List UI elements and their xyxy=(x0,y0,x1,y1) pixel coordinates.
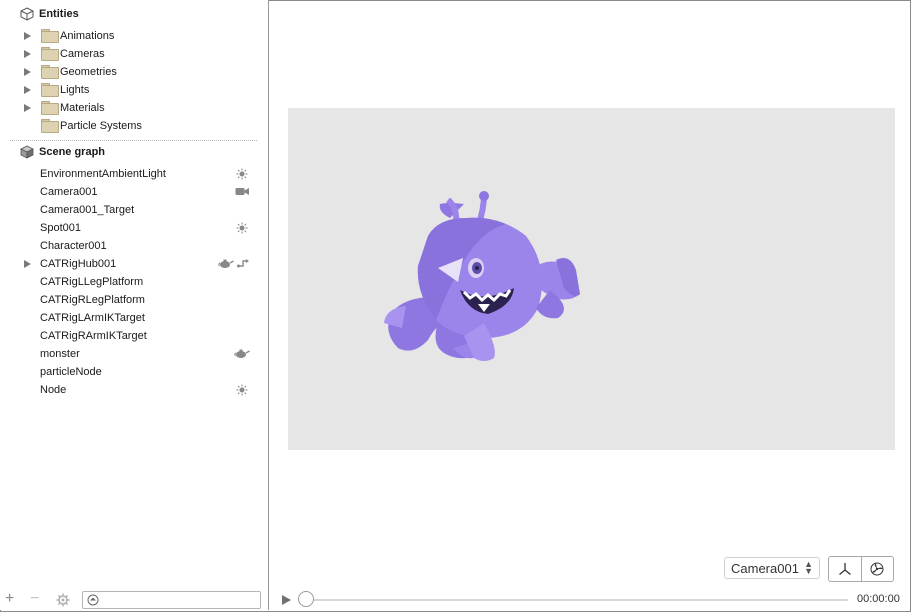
scene-node-row[interactable]: CATRigRArmIKTarget xyxy=(0,327,268,345)
entity-row-animations[interactable]: Animations xyxy=(0,27,268,45)
light-icon xyxy=(236,384,248,396)
node-label: particleNode xyxy=(40,366,102,378)
node-label: Node xyxy=(40,384,67,396)
skinner-icon xyxy=(237,259,249,268)
section-divider xyxy=(10,140,257,141)
entity-label: Lights xyxy=(60,84,90,96)
axes-button[interactable] xyxy=(829,557,861,581)
sidebar-divider[interactable] xyxy=(268,0,269,610)
folder-icon xyxy=(41,119,59,133)
play-button[interactable] xyxy=(282,595,291,605)
entity-row-lights[interactable]: Lights xyxy=(0,81,268,99)
scene-node-row[interactable]: Camera001 xyxy=(0,183,268,201)
node-label: monster xyxy=(40,348,80,360)
scene-viewport[interactable] xyxy=(288,108,895,450)
view-mode-control[interactable] xyxy=(828,556,894,582)
disclosure-triangle-icon[interactable] xyxy=(24,32,31,40)
monster-model xyxy=(384,191,580,361)
scene-node-row[interactable]: CATRigLArmIKTarget xyxy=(0,309,268,327)
entity-label: Geometries xyxy=(60,66,117,78)
fan-button[interactable] xyxy=(861,557,893,581)
disclosure-triangle-icon[interactable] xyxy=(24,86,31,94)
node-label: Camera001 xyxy=(40,186,98,198)
time-readout: 00:00:00 xyxy=(857,593,900,605)
disclosure-triangle-icon[interactable] xyxy=(24,260,31,268)
entities-header: Entities xyxy=(20,6,79,22)
entity-row-particle-systems[interactable]: Particle Systems xyxy=(0,117,268,135)
scene-node-row[interactable]: EnvironmentAmbientLight xyxy=(0,165,268,183)
scene-node-row[interactable]: CATRigHub001 xyxy=(0,255,268,273)
scene-sidebar: Entities Animations Cameras Geometries L… xyxy=(0,0,268,610)
folder-icon xyxy=(41,65,59,79)
camera-select[interactable]: Camera001 ▲ ▼ xyxy=(724,557,820,579)
folder-icon xyxy=(41,83,59,97)
folder-icon xyxy=(41,47,59,61)
node-label: CATRigHub001 xyxy=(40,258,117,270)
gear-icon[interactable] xyxy=(56,593,70,607)
entity-row-geometries[interactable]: Geometries xyxy=(0,63,268,81)
scene-node-row[interactable]: particleNode xyxy=(0,363,268,381)
filter-icon xyxy=(87,594,99,606)
cube-solid-icon xyxy=(20,145,34,159)
scene-node-row[interactable]: CATRigRLegPlatform xyxy=(0,291,268,309)
entity-row-materials[interactable]: Materials xyxy=(0,99,268,117)
camera-icon xyxy=(235,188,249,195)
chevron-up-down-icon: ▲ ▼ xyxy=(804,559,813,576)
timeline-track[interactable] xyxy=(308,599,848,601)
camera-select-value: Camera001 xyxy=(731,560,799,576)
filter-field[interactable] xyxy=(82,591,261,609)
disclosure-triangle-icon[interactable] xyxy=(24,104,31,112)
geometry-teapot-icon xyxy=(218,259,234,268)
folder-icon xyxy=(41,29,59,43)
scene-node-row[interactable]: CATRigLLegPlatform xyxy=(0,273,268,291)
node-label: Character001 xyxy=(40,240,107,252)
scene-node-row[interactable]: Spot001 xyxy=(0,219,268,237)
node-label: CATRigRArmIKTarget xyxy=(40,330,147,342)
entity-label: Materials xyxy=(60,102,105,114)
scene-node-row[interactable]: Node xyxy=(0,381,268,399)
entity-label: Animations xyxy=(60,30,115,42)
node-label: EnvironmentAmbientLight xyxy=(40,168,166,180)
entity-row-cameras[interactable]: Cameras xyxy=(0,45,268,63)
scene-node-row[interactable]: Character001 xyxy=(0,237,268,255)
scene-graph-title: Scene graph xyxy=(39,146,106,158)
node-label: CATRigLLegPlatform xyxy=(40,276,144,288)
entity-label: Particle Systems xyxy=(60,120,142,132)
node-label: CATRigRLegPlatform xyxy=(40,294,145,306)
disclosure-triangle-icon[interactable] xyxy=(24,50,31,58)
light-icon xyxy=(236,222,248,234)
node-label: CATRigLArmIKTarget xyxy=(40,312,145,324)
light-icon xyxy=(236,168,248,180)
remove-button[interactable]: − xyxy=(30,591,39,607)
entity-label: Cameras xyxy=(60,48,105,60)
node-label: Camera001_Target xyxy=(40,204,135,216)
timeline-scrubber[interactable] xyxy=(298,591,314,607)
geometry-teapot-icon xyxy=(234,349,250,358)
scene-node-row[interactable]: Camera001_Target xyxy=(0,201,268,219)
cube-outline-icon xyxy=(20,7,34,21)
disclosure-triangle-icon[interactable] xyxy=(24,68,31,76)
scene-node-row[interactable]: monster xyxy=(0,345,268,363)
fan-icon xyxy=(870,562,884,576)
folder-icon xyxy=(41,101,59,115)
add-button[interactable]: + xyxy=(5,591,14,607)
entities-title: Entities xyxy=(39,8,79,20)
scene-graph-header: Scene graph xyxy=(20,144,105,160)
node-label: Spot001 xyxy=(40,222,81,234)
axes-icon xyxy=(838,563,851,576)
